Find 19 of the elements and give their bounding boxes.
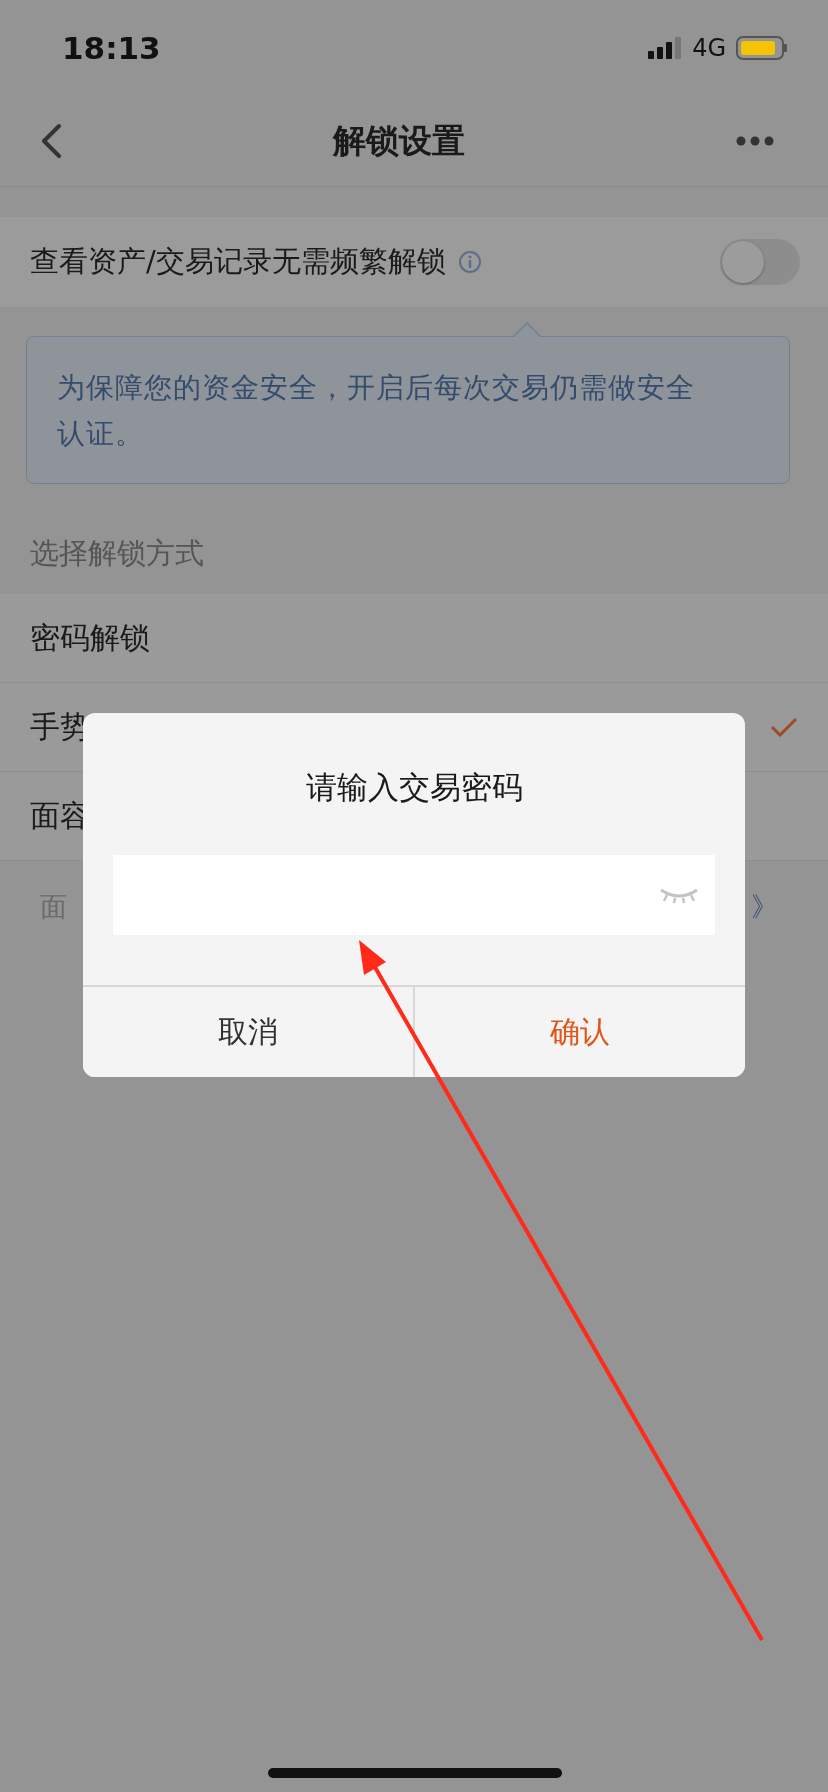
signal-icon: [648, 37, 683, 59]
home-indicator[interactable]: [268, 1768, 562, 1778]
info-icon[interactable]: [457, 250, 482, 274]
battery-icon: [736, 36, 788, 60]
tooltip-text: 为保障您的资金安全，开启后每次交易仍需做安全认证。: [57, 370, 696, 452]
network-label: 4G: [692, 34, 726, 62]
dialog-title: 请输入交易密码: [304, 768, 524, 807]
confirm-button[interactable]: 确认: [413, 987, 745, 1077]
setting-label: 查看资产/交易记录无需频繁解锁: [30, 243, 446, 280]
closed-eye-icon[interactable]: [659, 886, 699, 904]
password-field[interactable]: [113, 855, 715, 935]
back-icon[interactable]: [40, 123, 62, 159]
page-title: 解锁设置: [333, 119, 465, 162]
check-icon: [770, 717, 798, 737]
status-time: 18:13: [62, 30, 161, 66]
toggle-switch[interactable]: [720, 239, 800, 285]
more-icon[interactable]: [736, 136, 774, 146]
unlock-option[interactable]: 密码解锁: [0, 594, 828, 683]
section-header: 选择解锁方式: [29, 535, 205, 572]
